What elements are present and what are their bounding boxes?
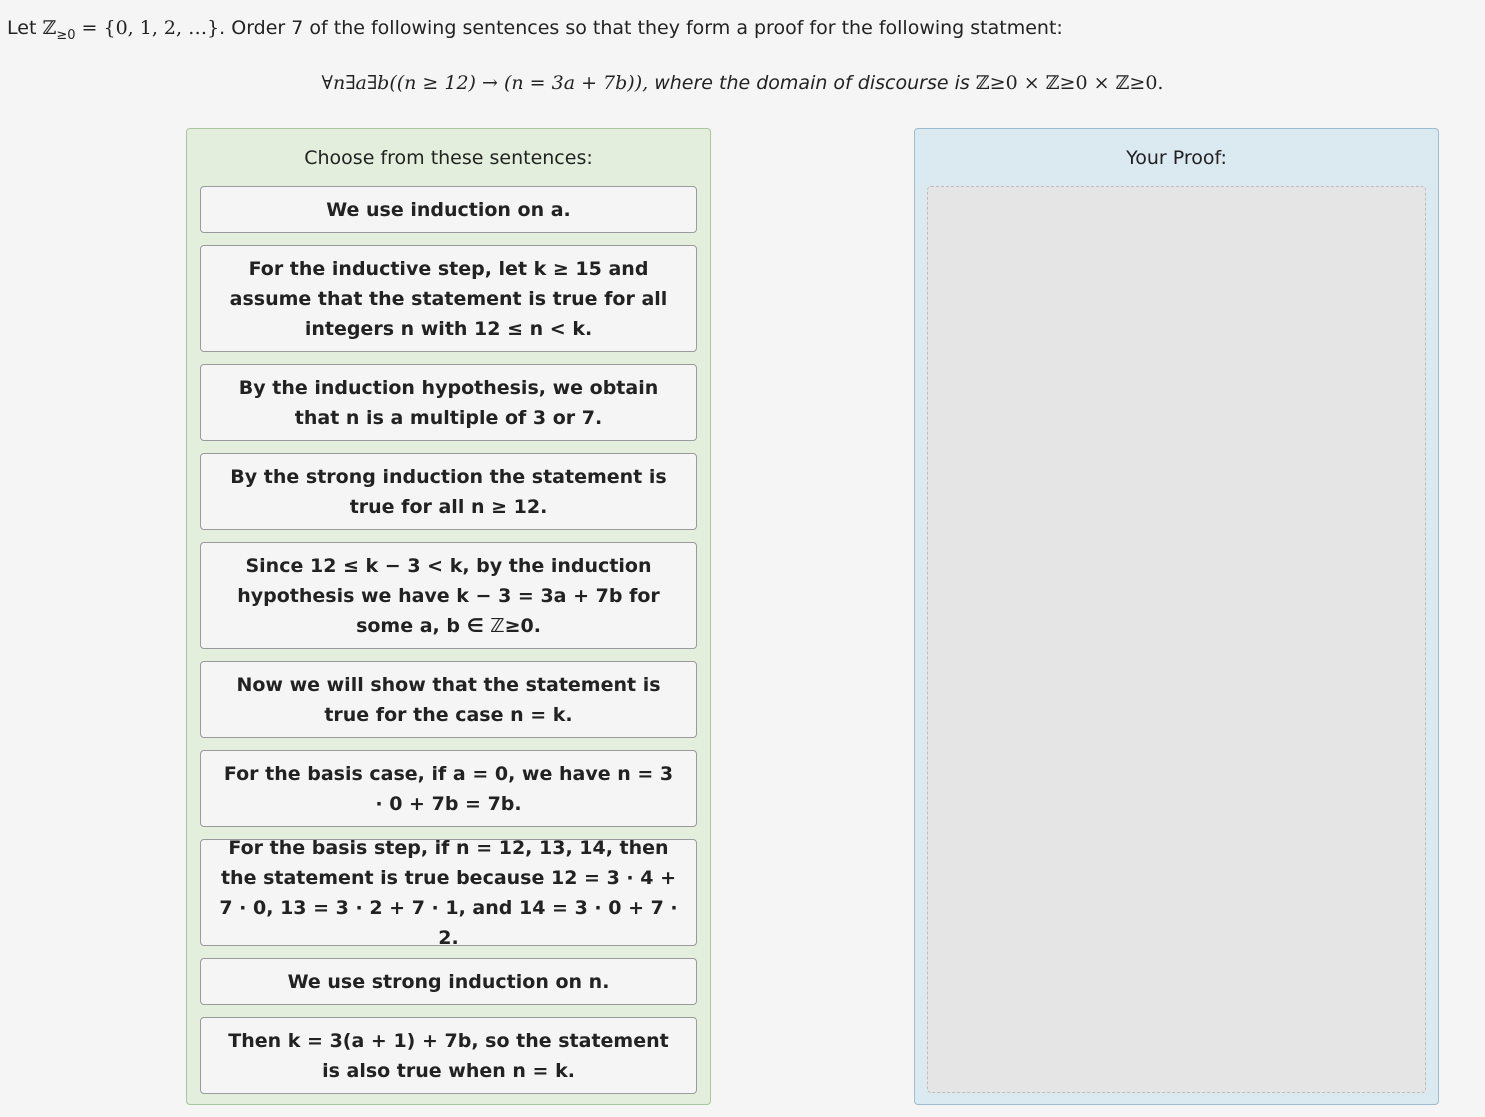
sentence-card[interactable]: For the basis case, if a = 0, we have n … bbox=[200, 750, 697, 827]
sentence-card[interactable]: By the induction hypothesis, we obtain t… bbox=[200, 364, 697, 441]
statement-where: where the domain of discourse is bbox=[648, 72, 976, 94]
intro-let: Let bbox=[7, 17, 43, 39]
statement-formula: ∀n∃a∃b((n ≥ 12) → (n = 3a + 7b)), bbox=[321, 72, 649, 94]
instructions: Let ℤ≥0 = {0, 1, 2, …}. Order 7 of the f… bbox=[7, 14, 1477, 50]
sentence-card[interactable]: By the strong induction the statement is… bbox=[200, 453, 697, 530]
statement: ∀n∃a∃b((n ≥ 12) → (n = 3a + 7b)), where … bbox=[0, 68, 1485, 98]
proof-title: Your Proof: bbox=[1126, 147, 1227, 169]
sentence-card[interactable]: For the inductive step, let k ≥ 15 and a… bbox=[200, 245, 697, 352]
statement-domain: ℤ≥0 × ℤ≥0 × ℤ≥0. bbox=[975, 72, 1164, 94]
proof-drop-zone[interactable] bbox=[927, 186, 1426, 1093]
proof-panel: Your Proof: bbox=[914, 128, 1439, 1105]
intro-set-symbol: ℤ bbox=[42, 17, 57, 39]
intro-task: . Order 7 of the following sentences so … bbox=[219, 17, 1063, 39]
sentence-bank-title: Choose from these sentences: bbox=[304, 147, 593, 169]
sentence-card[interactable]: We use strong induction on n. bbox=[200, 958, 697, 1005]
intro-set-definition: = {0, 1, 2, …} bbox=[75, 17, 220, 39]
sentence-card[interactable]: Now we will show that the statement is t… bbox=[200, 661, 697, 738]
sentence-bank-panel: Choose from these sentences: We use indu… bbox=[186, 128, 711, 1105]
sentence-card[interactable]: We use induction on a. bbox=[200, 186, 697, 233]
sentence-card[interactable]: Then k = 3(a + 1) + 7b, so the statement… bbox=[200, 1017, 697, 1094]
sentence-card[interactable]: Since 12 ≤ k − 3 < k, by the induction h… bbox=[200, 542, 697, 649]
sentence-card[interactable]: For the basis step, if n = 12, 13, 14, t… bbox=[200, 837, 697, 949]
intro-set-subscript: ≥0 bbox=[56, 27, 76, 43]
